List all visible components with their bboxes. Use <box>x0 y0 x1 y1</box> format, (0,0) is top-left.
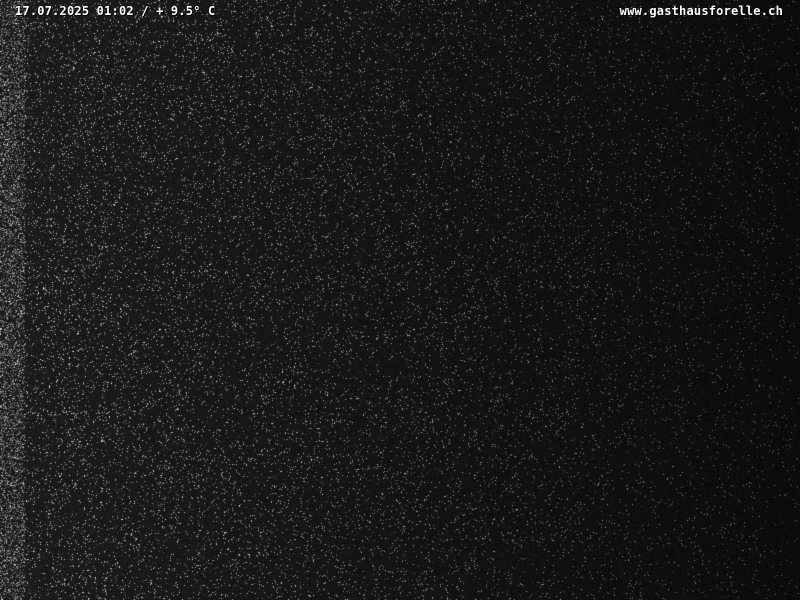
website-watermark: www.gasthausforelle.ch <box>619 4 783 18</box>
webcam-image: 17.07.2025 01:02 / + 9.5° C www.gasthaus… <box>0 0 800 600</box>
timestamp-temperature-label: 17.07.2025 01:02 / + 9.5° C <box>15 4 216 18</box>
night-noise-image <box>0 0 800 600</box>
